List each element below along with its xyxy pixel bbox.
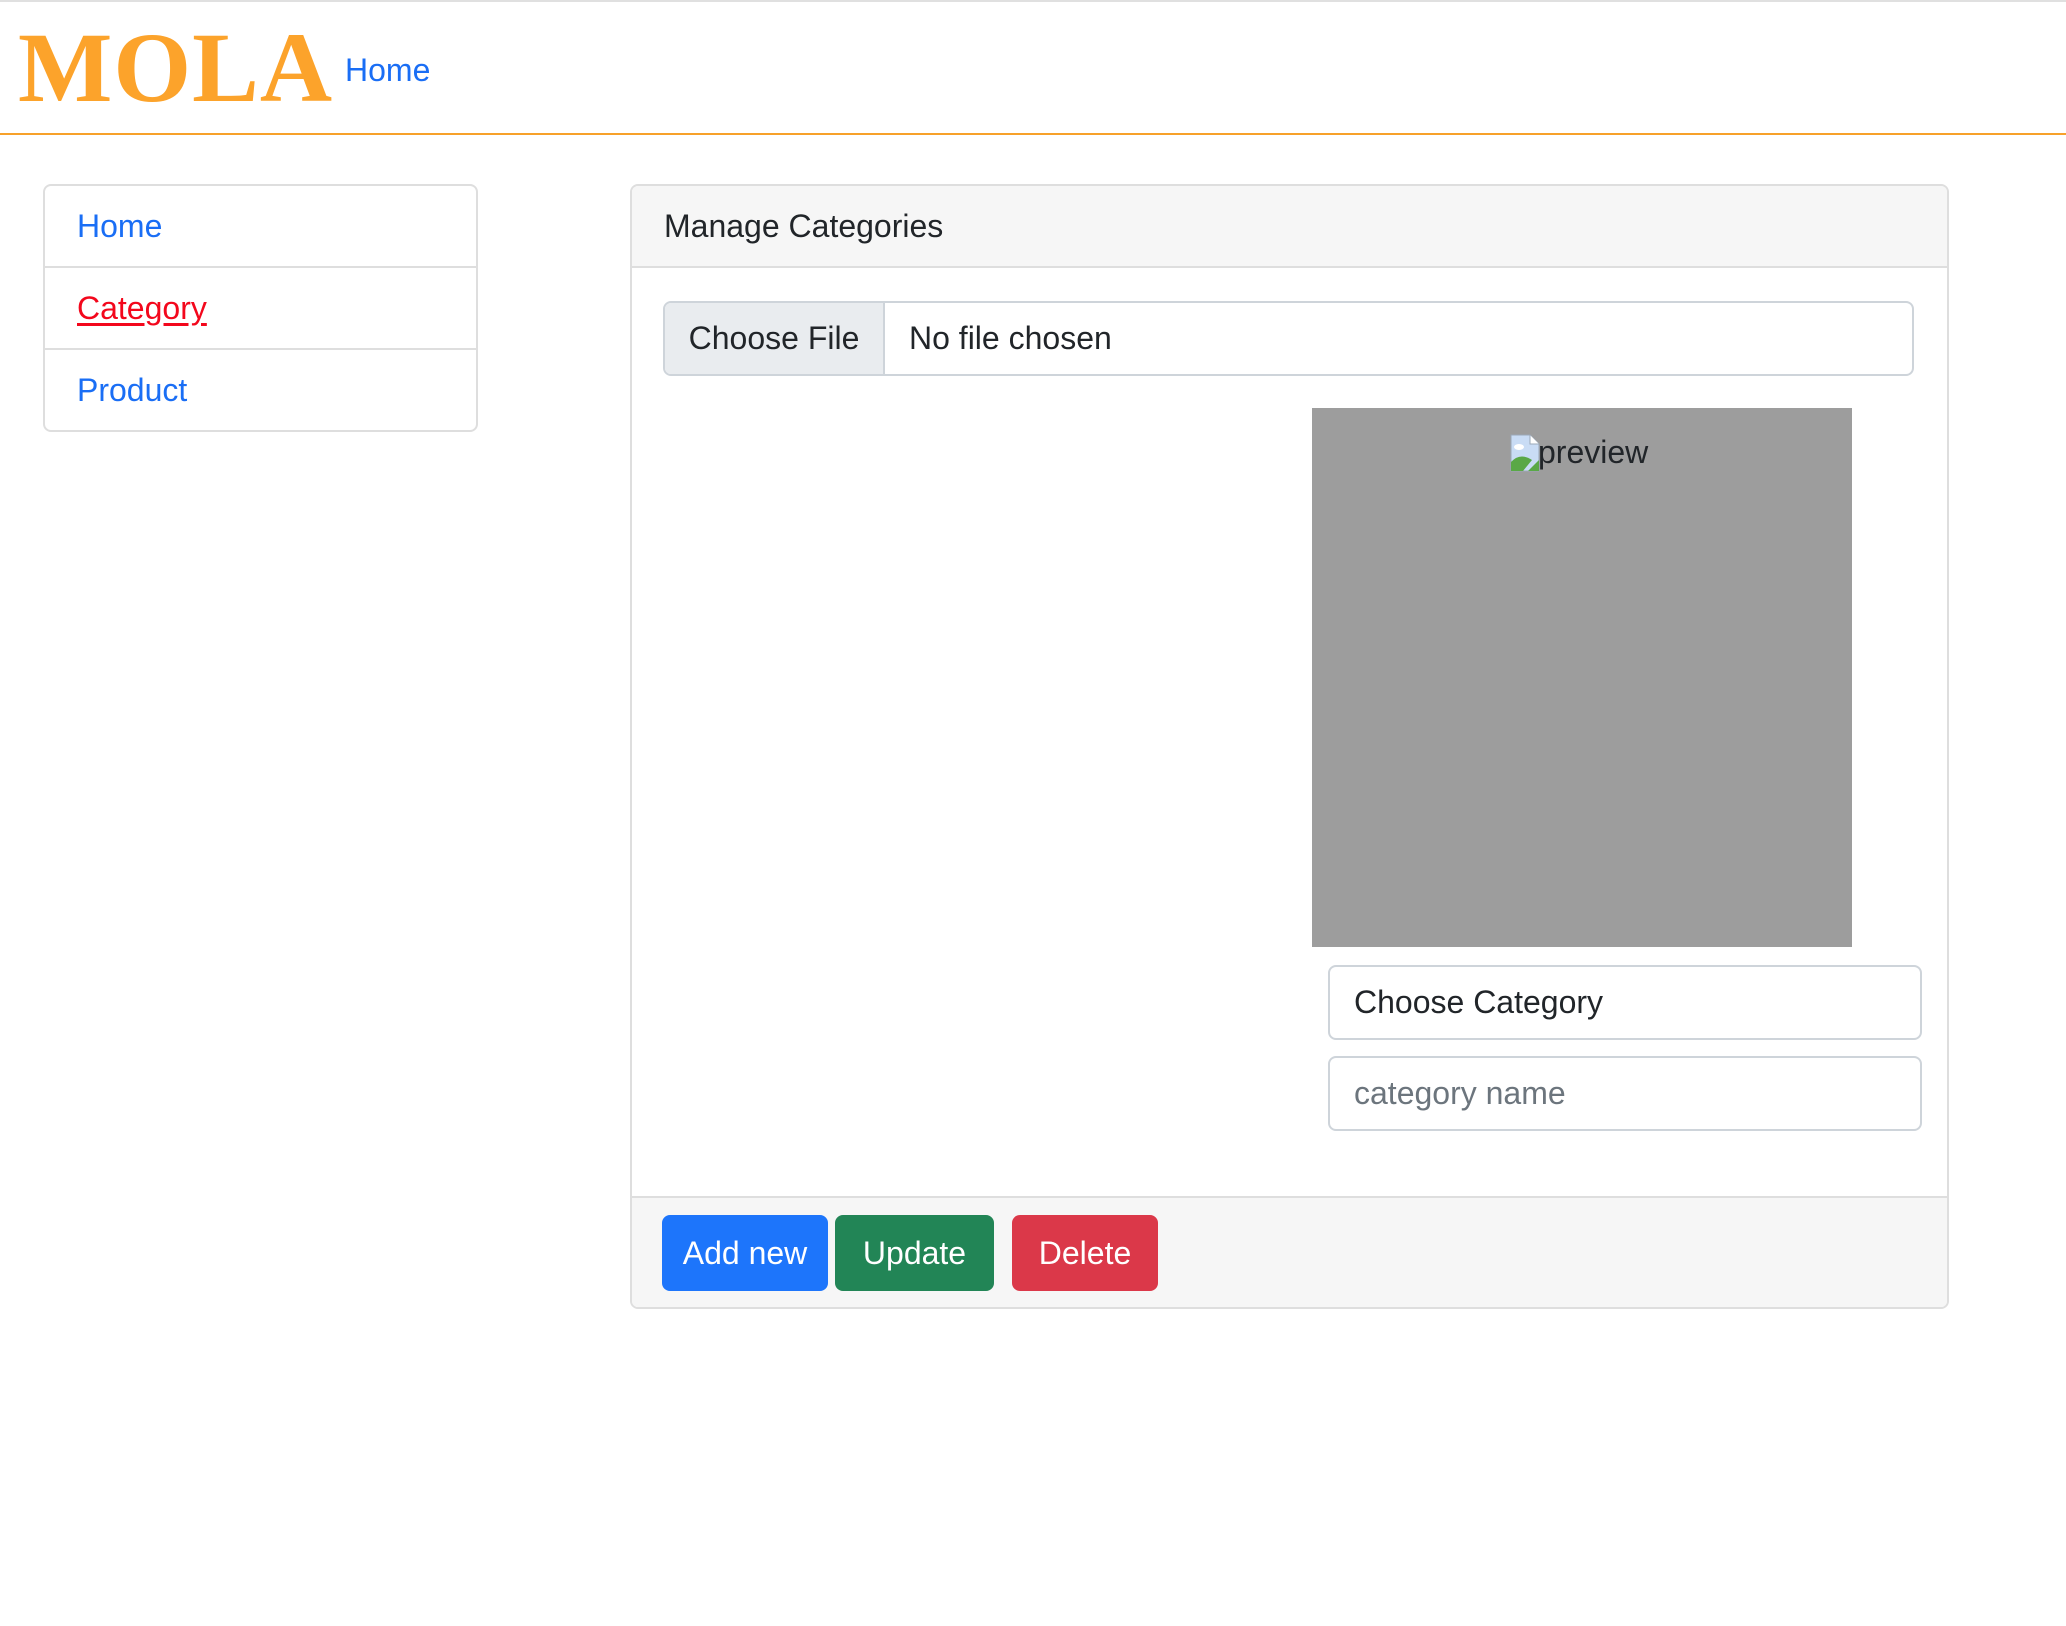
card-footer: Add new Update Delete	[632, 1196, 1947, 1307]
file-input[interactable]: Choose File No file chosen	[663, 301, 1914, 376]
navbar: MOLA Home	[0, 2, 2066, 135]
sidebar: Home Category Product	[43, 184, 478, 432]
image-preview: preview	[1312, 408, 1852, 947]
category-select[interactable]: Choose Category	[1328, 965, 1922, 1040]
card-title: Manage Categories	[632, 186, 1947, 268]
brand-logo[interactable]: MOLA	[18, 18, 333, 118]
sidebar-item-home[interactable]: Home	[45, 186, 476, 268]
manage-categories-card: Manage Categories Choose File No file ch…	[630, 184, 1949, 1309]
nav-home-link[interactable]: Home	[345, 52, 430, 89]
delete-button[interactable]: Delete	[1012, 1215, 1158, 1291]
preview-image: preview	[1510, 432, 1648, 472]
sidebar-item-product[interactable]: Product	[45, 350, 476, 430]
sidebar-item-category[interactable]: Category	[45, 268, 476, 350]
update-button[interactable]: Update	[835, 1215, 994, 1291]
broken-image-icon	[1510, 434, 1540, 472]
category-name-input[interactable]	[1328, 1056, 1922, 1131]
add-new-button[interactable]: Add new	[662, 1215, 828, 1291]
file-status-text: No file chosen	[909, 320, 1112, 356]
preview-alt-text: preview	[1538, 434, 1649, 470]
choose-file-button[interactable]: Choose File	[665, 303, 885, 374]
